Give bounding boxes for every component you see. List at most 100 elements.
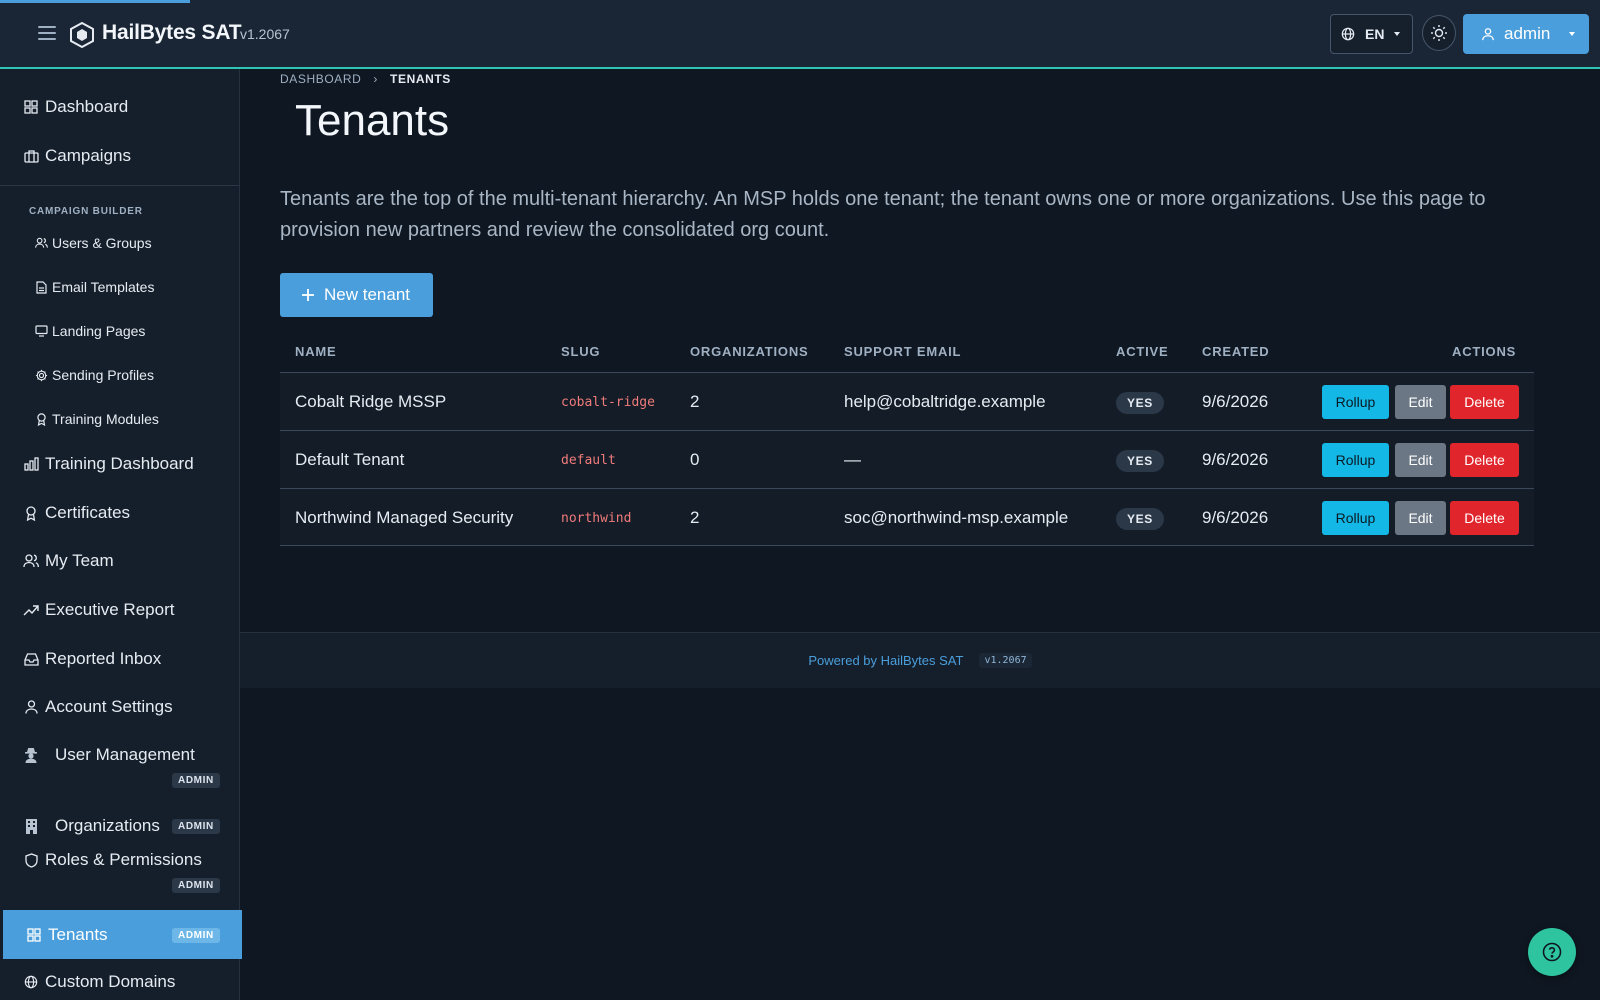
tenant-created-date: 9/6/2026 [1202,508,1269,527]
sidebar-item-email-templates[interactable]: Email Templates [0,269,239,305]
sidebar-item-label: My Team [45,551,114,570]
chevron-down-icon [1394,32,1401,36]
breadcrumb: DASHBOARD › TENANTS [280,72,451,86]
active-badge: YES [1116,450,1164,472]
sidebar-item-label: Tenants [48,924,108,944]
sidebar-item-label: Reported Inbox [45,649,162,668]
sidebar-item-label: Organizations [55,816,160,835]
sidebar-item-dashboard[interactable]: Dashboard [0,84,239,130]
powered-by-link[interactable]: Powered by HailBytes SAT [808,653,963,668]
grid-icon [26,927,42,943]
footer-version: v1.2067 [979,653,1032,668]
sun-icon [1431,25,1447,41]
language-selector[interactable]: EN [1330,14,1413,54]
sidebar-item-certificates[interactable]: Certificates [0,490,239,536]
tenant-support-email: — [844,450,861,469]
globe-icon [1341,27,1355,41]
rollup-button[interactable]: Rollup [1322,385,1389,419]
top-bar: HailBytes SAT v1.2067 EN admin [0,0,1600,69]
monitor-icon [35,325,48,338]
help-icon [1542,942,1562,962]
tenant-created-date: 9/6/2026 [1202,392,1269,411]
inbox-icon [23,651,39,667]
tenant-org-count: 2 [690,508,700,527]
brand-name: HailBytes SAT [102,21,242,44]
column-header-organizations[interactable]: ORGANIZATIONS [690,344,809,359]
sidebar-item-label: Sending Profiles [52,367,154,383]
column-header-created[interactable]: CREATED [1202,344,1269,359]
sidebar-item-executive-report[interactable]: Executive Report [0,587,239,633]
sidebar-item-label: Roles & Permissions [45,850,202,869]
column-header-name[interactable]: NAME [295,344,336,359]
file-icon [35,280,48,294]
sidebar-item-reported-inbox[interactable]: Reported Inbox [0,636,239,682]
sidebar-item-training-dashboard[interactable]: Training Dashboard [0,441,239,487]
plus-icon [302,289,314,301]
sidebar-divider [0,185,239,186]
sidebar-item-tenants[interactable]: Tenants ADMIN [3,910,242,959]
sidebar-item-sending-profiles[interactable]: Sending Profiles [0,357,239,393]
admin-badge: ADMIN [172,773,220,788]
globe-icon [23,974,39,990]
shield-icon [23,852,39,868]
column-header-actions: ACTIONS [1452,344,1517,359]
theme-toggle-button[interactable] [1422,15,1456,51]
user-icon [1482,28,1494,41]
sidebar-item-users-groups[interactable]: Users & Groups [0,225,239,261]
page-title: Tenants [295,96,450,145]
sidebar-item-campaigns[interactable]: Campaigns [0,133,239,179]
sidebar-item-label: Certificates [45,503,131,522]
delete-button[interactable]: Delete [1450,385,1519,419]
column-header-active[interactable]: ACTIVE [1116,344,1168,359]
sidebar-item-label: Training Modules [52,411,159,427]
sidebar-item-label: Executive Report [45,600,175,619]
sidebar-item-training-modules[interactable]: Training Modules [0,401,239,437]
admin-badge: ADMIN [172,819,220,834]
sidebar-item-my-team[interactable]: My Team [0,538,239,584]
column-header-slug[interactable]: SLUG [561,344,600,359]
rollup-button[interactable]: Rollup [1322,501,1389,535]
award-icon [23,505,39,521]
user-menu-button[interactable]: admin [1463,14,1589,54]
column-header-support-email[interactable]: SUPPORT EMAIL [844,344,961,359]
main-content: DASHBOARD › TENANTS Tenants Tenants are … [240,69,1600,1000]
tenant-slug: cobalt-ridge [561,395,655,410]
bar-chart-icon [23,456,39,472]
sidebar-item-label: Dashboard [45,97,129,116]
sidebar-item-label: Email Templates [52,279,155,295]
edit-button[interactable]: Edit [1395,501,1446,535]
delete-button[interactable]: Delete [1450,501,1519,535]
tenants-table: NAME SLUG ORGANIZATIONS SUPPORT EMAIL AC… [280,327,1534,546]
sidebar-section-label: CAMPAIGN BUILDER [29,206,143,217]
sidebar-item-account-settings[interactable]: Account Settings [0,684,239,730]
briefcase-icon [23,148,39,164]
new-tenant-button[interactable]: New tenant [280,273,433,317]
language-label: EN [1365,26,1385,42]
sidebar-item-custom-domains[interactable]: Custom Domains [0,959,239,1000]
rollup-button[interactable]: Rollup [1322,443,1389,477]
sidebar-item-landing-pages[interactable]: Landing Pages [0,313,239,349]
sidebar-item-label: Users & Groups [52,235,152,251]
users-icon [23,553,39,569]
grid-icon [23,99,39,115]
chevron-right-icon: › [373,72,379,86]
tenant-created-date: 9/6/2026 [1202,450,1269,469]
footer: Powered by HailBytes SAT v1.2067 [240,632,1600,688]
edit-button[interactable]: Edit [1395,443,1446,477]
table-row: Northwind Managed Security northwind 2 s… [280,488,1534,546]
delete-button[interactable]: Delete [1450,443,1519,477]
table-row: Cobalt Ridge MSSP cobalt-ridge 2 help@co… [280,372,1534,430]
tenant-name: Northwind Managed Security [295,508,514,527]
help-button[interactable] [1528,928,1576,976]
detective-icon [23,747,39,763]
sidebar-item-label: User Management [55,745,195,764]
breadcrumb-dashboard-link[interactable]: DASHBOARD [280,72,361,86]
award-icon [35,412,48,426]
sidebar-item-roles-permissions[interactable]: Roles & Permissions ADMIN [0,837,239,893]
menu-toggle-icon[interactable] [38,26,56,40]
chevron-down-icon [1569,32,1576,36]
edit-button[interactable]: Edit [1395,385,1446,419]
tenant-name: Default Tenant [295,450,405,469]
trending-up-icon [23,602,39,618]
sidebar-item-user-management[interactable]: User Management ADMIN [0,732,239,788]
